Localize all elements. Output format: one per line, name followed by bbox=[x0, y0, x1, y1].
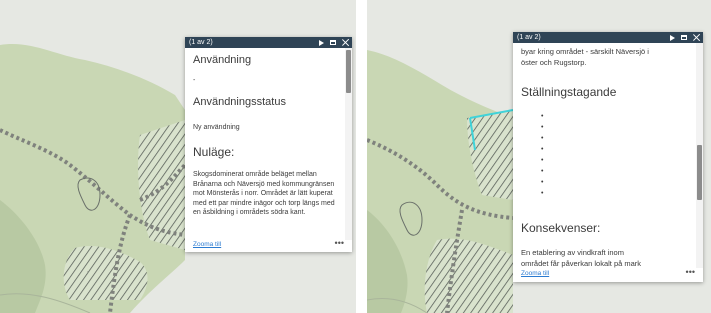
intro-text-line-2: öster och Rugstorp. bbox=[521, 58, 587, 67]
bullet-item: • bbox=[541, 146, 544, 153]
feature-counter: (1 av 2) bbox=[189, 39, 213, 46]
scrollbar-thumb[interactable] bbox=[346, 50, 351, 93]
zoom-to-link[interactable]: Zooma till bbox=[521, 270, 549, 277]
heading-stallningstagande: Ställningstagande bbox=[521, 85, 617, 99]
bullet-item: • bbox=[541, 135, 544, 142]
heading-anvandning: Användning bbox=[193, 54, 252, 66]
more-icon[interactable]: ••• bbox=[686, 268, 695, 277]
more-icon[interactable]: ••• bbox=[335, 239, 344, 248]
close-icon[interactable] bbox=[693, 34, 700, 41]
nulage-text: Skogsdominerat område beläget mellan Brå… bbox=[193, 171, 335, 216]
popup-footer: Zooma till ••• bbox=[521, 268, 697, 278]
map-panel-left[interactable]: (1 av 2) Användning - Användningsstatus … bbox=[0, 0, 356, 313]
divider bbox=[356, 0, 367, 313]
feature-counter: (1 av 2) bbox=[517, 34, 541, 41]
bullet-item: • bbox=[541, 157, 544, 164]
bullet-item: • bbox=[541, 190, 544, 197]
popup-body[interactable]: byar kring området - särskilt Näversjö i… bbox=[513, 43, 696, 268]
popup-right: (1 av 2) byar kring området - särskilt N… bbox=[513, 32, 703, 282]
scrollbar-thumb[interactable] bbox=[697, 145, 702, 200]
popup-header: (1 av 2) bbox=[185, 37, 352, 48]
play-icon[interactable] bbox=[319, 39, 324, 46]
konsekvenser-line-1: En etablering av vindkraft inom bbox=[521, 248, 624, 257]
heading-konsekvenser: Konsekvenser: bbox=[521, 221, 601, 235]
anvandning-value: - bbox=[193, 77, 196, 84]
bullet-item: • bbox=[541, 179, 544, 186]
heading-nulage: Nuläge: bbox=[193, 145, 235, 159]
popup-body[interactable]: Användning - Användningsstatus Ny använd… bbox=[185, 48, 345, 240]
konsekvenser-line-2: området får påverkan lokalt på mark bbox=[521, 259, 642, 268]
popup-left: (1 av 2) Användning - Användningsstatus … bbox=[185, 37, 352, 252]
popup-footer: Zooma till ••• bbox=[193, 239, 346, 249]
bullet-item: • bbox=[541, 113, 544, 120]
popup-header: (1 av 2) bbox=[513, 32, 703, 43]
maximize-icon[interactable] bbox=[330, 40, 336, 45]
play-icon[interactable] bbox=[670, 34, 675, 41]
bullet-item: • bbox=[541, 124, 544, 131]
bullet-item: • bbox=[541, 168, 544, 175]
heading-anvandningsstatus: Användningsstatus bbox=[193, 96, 286, 108]
close-icon[interactable] bbox=[342, 39, 349, 46]
maximize-icon[interactable] bbox=[681, 35, 687, 40]
map-panel-right[interactable]: (1 av 2) byar kring området - särskilt N… bbox=[367, 0, 711, 313]
intro-text-line-1: byar kring området - särskilt Näversjö i bbox=[521, 47, 649, 56]
zoom-to-link[interactable]: Zooma till bbox=[193, 241, 221, 248]
status-value: Ny användning bbox=[193, 124, 240, 131]
